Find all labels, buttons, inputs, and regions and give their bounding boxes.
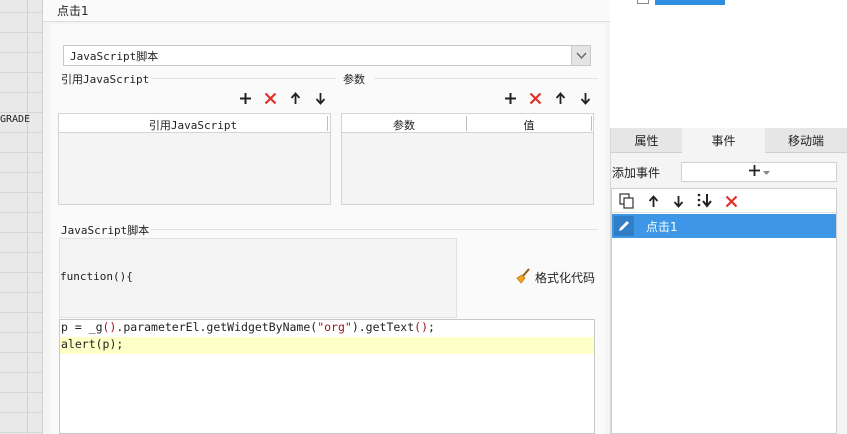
add-icon[interactable]	[503, 91, 517, 105]
ref-js-label: 引用JavaScript	[61, 73, 150, 86]
copy-icon[interactable]	[619, 193, 635, 209]
widget-tree	[610, 0, 847, 128]
divider	[150, 229, 598, 230]
script-type-value: JavaScript脚本	[70, 50, 159, 63]
move-down-icon[interactable]	[313, 91, 327, 105]
move-up-icon[interactable]	[553, 91, 567, 105]
function-header-text: function(){	[60, 270, 133, 283]
ref-js-column-header[interactable]: 引用JavaScript	[59, 117, 327, 133]
delete-icon[interactable]	[263, 91, 277, 105]
move-down-icon[interactable]	[671, 194, 685, 208]
format-code-label: 格式化代码	[535, 270, 596, 285]
tab-properties[interactable]: 属性	[611, 128, 682, 153]
add-event-label: 添加事件	[612, 166, 661, 180]
divider	[374, 78, 598, 79]
code-line[interactable]: alert(p);	[61, 337, 123, 351]
param-value-column-header[interactable]: 值	[467, 117, 591, 133]
current-line-highlight	[60, 337, 594, 354]
dialog-title-bar	[43, 0, 610, 22]
chevron-down-icon[interactable]	[571, 46, 590, 65]
column-separator	[591, 116, 592, 131]
cell-grade-label: GRADE	[0, 114, 31, 125]
broom-icon	[515, 267, 531, 287]
edit-icon[interactable]	[614, 216, 634, 236]
event-item-label: 点击1	[646, 220, 678, 234]
chevron-down-icon	[763, 165, 770, 179]
format-code-button[interactable]: 格式化代码	[515, 267, 596, 287]
delete-icon[interactable]	[528, 91, 542, 105]
add-icon[interactable]	[238, 91, 252, 105]
divider	[152, 78, 336, 79]
column-separator	[327, 116, 328, 131]
tree-node-icon	[637, 0, 649, 4]
tree-selected-node[interactable]	[655, 0, 725, 5]
move-down-icon[interactable]	[578, 91, 592, 105]
dialog-title: 点击1	[57, 4, 89, 18]
param-name-column-header[interactable]: 参数	[342, 117, 466, 133]
script-section-label: JavaScript脚本	[61, 224, 150, 237]
spreadsheet-row-strip	[0, 0, 43, 434]
move-bottom-icon[interactable]	[696, 192, 714, 210]
tab-mobile[interactable]: 移动端	[765, 128, 847, 153]
add-icon	[748, 164, 761, 180]
move-up-icon[interactable]	[288, 91, 302, 105]
delete-icon[interactable]	[724, 194, 738, 208]
move-up-icon[interactable]	[646, 194, 660, 208]
code-line[interactable]: p = _g().parameterEl.getWidgetByName("or…	[61, 320, 435, 334]
params-label: 参数	[343, 73, 365, 86]
add-event-button[interactable]	[681, 162, 837, 182]
tab-events[interactable]: 事件	[682, 128, 765, 153]
